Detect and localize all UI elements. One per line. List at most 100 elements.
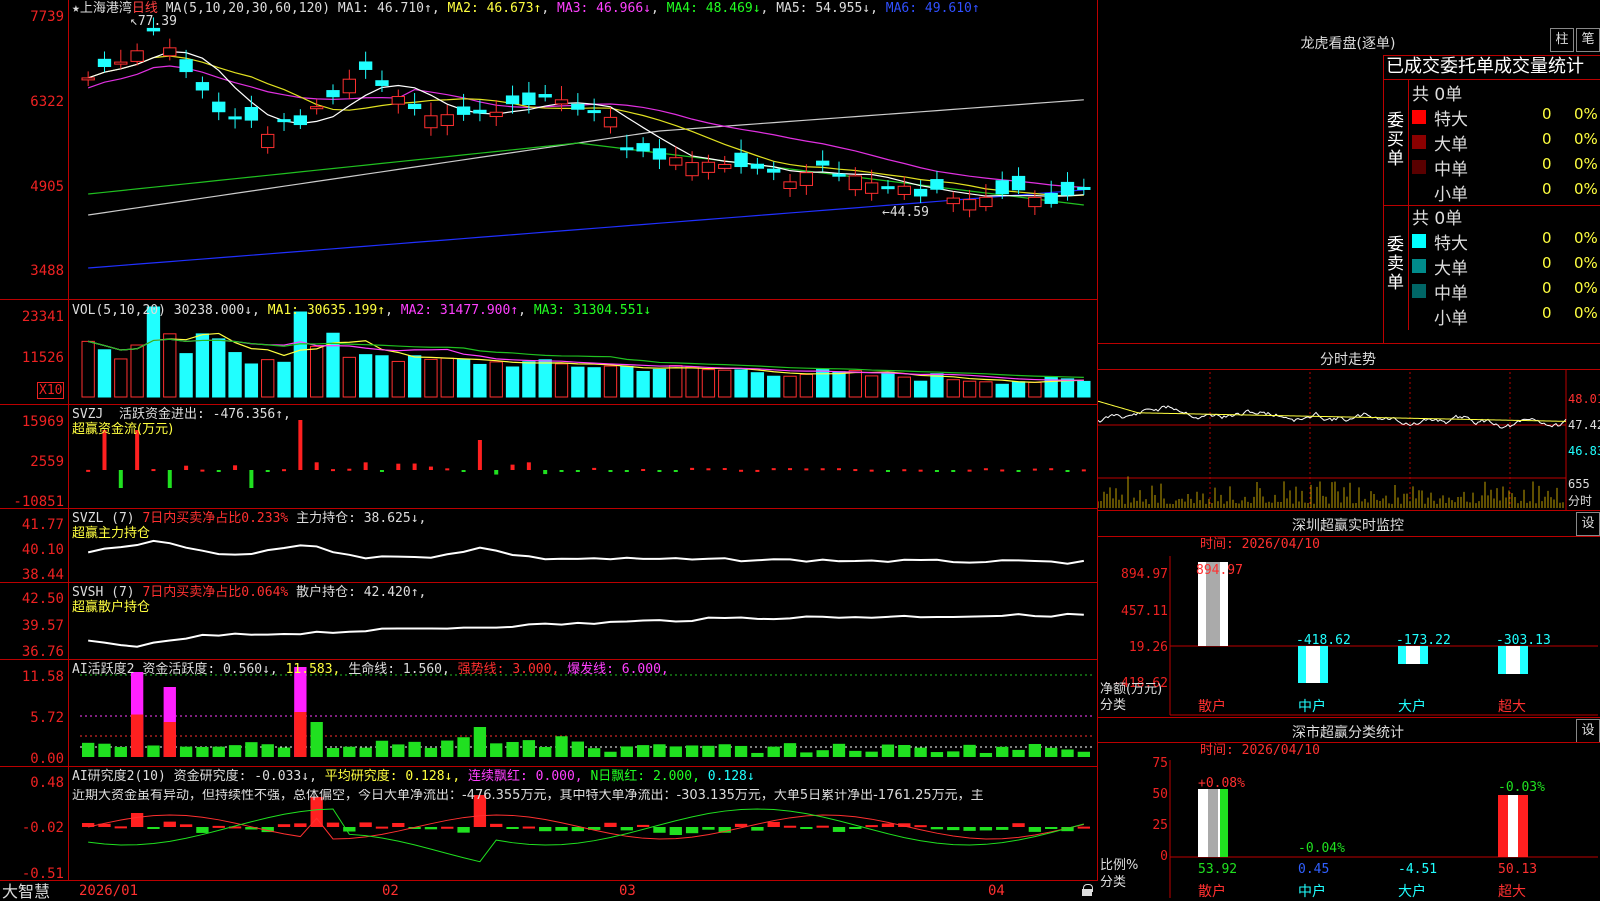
research-bar xyxy=(359,822,372,827)
svsh-sub: 超赢散户持仓 xyxy=(72,600,151,615)
flow-bar xyxy=(967,469,972,472)
candle-body xyxy=(603,116,618,128)
svzl-sub: 超赢主力持仓 xyxy=(72,526,151,541)
volume-bar xyxy=(995,383,1009,398)
flow-bar xyxy=(1065,470,1070,472)
candle-body xyxy=(244,106,259,121)
ai1-tick-1: 11.58 xyxy=(21,669,64,685)
activity-bar xyxy=(147,745,160,757)
monitor-bar-value: 894.97 xyxy=(1196,563,1243,578)
ma6-value: MA6: 49.610↑ xyxy=(885,1,980,16)
volume-bar xyxy=(310,345,324,398)
main-chart-area[interactable]: ★上海港湾日线 MA(5,10,20,30,60,120) MA1: 46.71… xyxy=(0,0,1098,900)
ma2-line xyxy=(87,55,1084,197)
chart-canvas[interactable] xyxy=(0,0,1098,900)
monitor-bar-shine xyxy=(1406,646,1420,664)
activity-bar xyxy=(669,746,682,757)
activity-bar xyxy=(490,743,503,757)
activity-bar xyxy=(653,744,666,757)
activity-bar xyxy=(212,746,225,757)
candle-body xyxy=(962,199,977,211)
volume-bar xyxy=(505,366,520,398)
research-bar xyxy=(914,825,927,828)
volume-bar xyxy=(636,370,650,398)
ai2-research: 资金研究度: -0.033↓, xyxy=(173,769,317,784)
research-bar xyxy=(196,827,209,833)
svsh-tick-3: 36.76 xyxy=(21,644,64,660)
volume-bar xyxy=(750,372,765,398)
research-bar xyxy=(702,827,715,830)
candle-body xyxy=(261,133,275,149)
candle-body xyxy=(571,103,585,110)
research-bar xyxy=(604,822,617,827)
flow-bar xyxy=(804,468,809,471)
research-bar xyxy=(751,827,764,831)
research-bar xyxy=(392,822,405,827)
candle-body xyxy=(407,103,422,110)
volume-bar xyxy=(440,357,454,398)
flow-bar xyxy=(461,470,466,472)
classify-top-label: -0.03% xyxy=(1498,780,1545,795)
ma3-value: MA3: 46.966↓ xyxy=(557,1,651,16)
volume-bar xyxy=(881,371,895,398)
volume-bar xyxy=(685,366,699,398)
activity-bar xyxy=(1028,743,1042,757)
vol-tick-1: 23341 xyxy=(21,309,64,325)
volume-bar xyxy=(767,375,781,398)
ma4-value: MA4: 48.469↓ xyxy=(666,1,761,16)
flow-bar xyxy=(298,420,303,470)
candle-body xyxy=(718,163,732,169)
activity-bar xyxy=(1012,749,1025,757)
research-bar xyxy=(636,824,650,827)
svzl-label1: 7日内买卖净占比0.233% xyxy=(142,511,289,526)
activity-bar xyxy=(571,741,584,757)
candle-body xyxy=(897,185,911,195)
ai1-lifeline: 生命线: 1.560, xyxy=(348,662,450,677)
high-mark-value: 77.39 xyxy=(137,14,177,29)
activity-bar xyxy=(424,747,438,757)
activity-bar xyxy=(1045,747,1058,757)
monitor-category: 散户 xyxy=(1198,698,1226,715)
volume-bar xyxy=(342,356,356,398)
volume-bar xyxy=(358,354,373,398)
candle-body xyxy=(114,61,128,65)
volume-bar xyxy=(571,366,585,398)
volume-bar xyxy=(538,359,552,398)
ai1-name: AI活跃度2 xyxy=(72,662,135,677)
activity-bar xyxy=(930,752,944,757)
research-bar xyxy=(375,826,389,829)
ma3-line xyxy=(87,65,1084,188)
volume-bar xyxy=(913,380,928,398)
ai2-nday: N日飘红: 2.000, xyxy=(590,769,700,784)
research-bar xyxy=(1045,827,1058,829)
flow-bar xyxy=(690,467,695,470)
flow-bar xyxy=(951,470,956,472)
activity-bar xyxy=(245,742,258,757)
flow-bar xyxy=(771,468,776,471)
candle-body xyxy=(81,77,95,81)
low-mark-value: 44.59 xyxy=(889,205,929,220)
ma4-line xyxy=(88,142,1084,206)
monitor-bar-value: -418.62 xyxy=(1296,633,1351,648)
flow-bar xyxy=(216,470,221,472)
volume-bar xyxy=(81,340,95,398)
candle-body xyxy=(832,173,846,177)
flow-bar xyxy=(837,468,841,471)
candle-body xyxy=(538,94,552,98)
candle-body xyxy=(310,106,324,110)
candle-body xyxy=(1028,196,1042,208)
activity-bar xyxy=(441,740,454,757)
svsh-tick-1: 42.50 xyxy=(21,591,64,607)
monitor-category: 中户 xyxy=(1298,698,1326,715)
volume-bar xyxy=(962,380,977,398)
flow-bar xyxy=(526,462,531,470)
low-mark: ←44.59 xyxy=(882,205,929,220)
candle-body xyxy=(228,116,242,120)
candle-body xyxy=(130,50,144,62)
activity-bar-core xyxy=(130,714,144,757)
classify-bottom-label: -4.51 xyxy=(1398,862,1437,877)
ai1-header: AI活跃度2 资金活跃度: 0.560↓, 11.583, 生命线: 1.560… xyxy=(72,663,669,677)
activity-bar xyxy=(832,743,846,757)
svzl-name: SVZL (7) xyxy=(72,511,135,526)
vol-header: VOL(5,10,20) 30238.000↓, MA1: 30635.199↑… xyxy=(72,303,652,318)
